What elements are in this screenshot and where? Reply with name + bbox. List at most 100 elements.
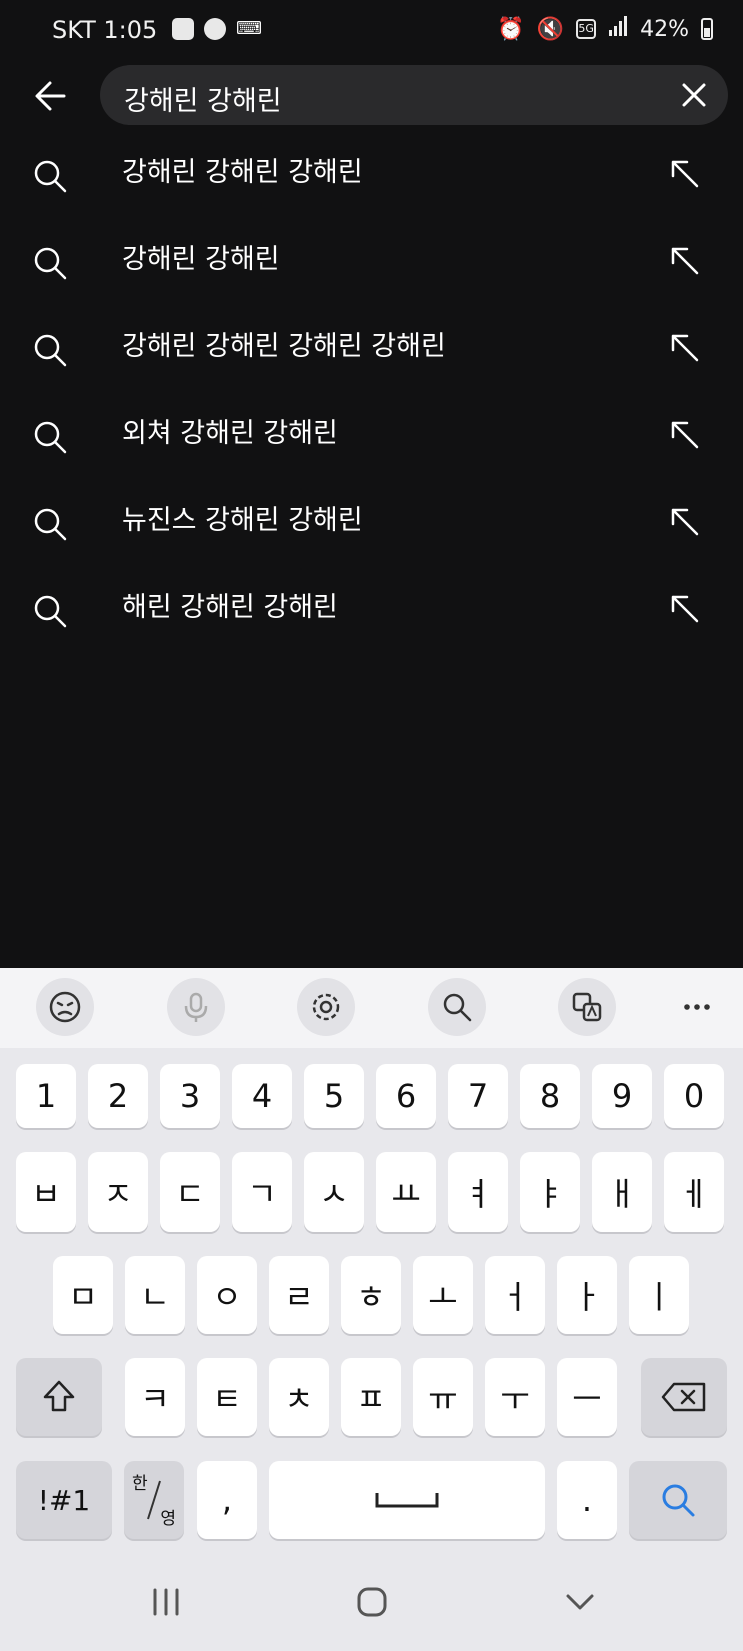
keyboard-search-button[interactable] bbox=[428, 978, 486, 1036]
recent-apps-icon bbox=[153, 1588, 179, 1616]
key-2[interactable]: 2 bbox=[88, 1064, 148, 1128]
app-notification-icon bbox=[172, 18, 194, 40]
recent-apps-button[interactable] bbox=[146, 1582, 186, 1622]
translate-button[interactable] bbox=[558, 978, 616, 1036]
key-9[interactable]: 9 bbox=[592, 1064, 652, 1128]
arrow-left-icon bbox=[35, 81, 66, 111]
key-label: ㅗ bbox=[428, 1278, 458, 1316]
key-label: 1 bbox=[35, 1077, 57, 1115]
key-label: ㅔ bbox=[679, 1175, 709, 1213]
suggestion-text: 뉴진스 강해린 강해린 bbox=[122, 505, 363, 536]
home-button[interactable] bbox=[352, 1582, 392, 1622]
fill-query-button[interactable] bbox=[667, 504, 703, 540]
fill-query-button[interactable] bbox=[667, 330, 703, 366]
key-1[interactable]: 1 bbox=[16, 1064, 76, 1128]
keyboard-notification-icon: ⌨ bbox=[236, 18, 262, 39]
battery-icon bbox=[701, 18, 713, 40]
key-ㅔ[interactable]: ㅔ bbox=[664, 1152, 724, 1232]
key-ㅐ[interactable]: ㅐ bbox=[592, 1152, 652, 1232]
key-label: ㅈ bbox=[103, 1175, 133, 1213]
key-ㅈ[interactable]: ㅈ bbox=[88, 1152, 148, 1232]
key-ㄱ[interactable]: ㄱ bbox=[232, 1152, 292, 1232]
hide-keyboard-button[interactable] bbox=[560, 1582, 600, 1622]
back-button[interactable] bbox=[30, 74, 74, 118]
key-ㄹ[interactable]: ㄹ bbox=[269, 1256, 329, 1334]
search-bar: 강해린 강해린 bbox=[0, 62, 743, 130]
search-enter-key[interactable] bbox=[629, 1461, 727, 1539]
shift-key[interactable] bbox=[16, 1358, 102, 1436]
carrier-time: SKT 1:05 bbox=[52, 16, 158, 44]
key-ㅂ[interactable]: ㅂ bbox=[16, 1152, 76, 1232]
search-icon bbox=[30, 156, 70, 196]
backspace-key[interactable] bbox=[641, 1358, 727, 1436]
space-key[interactable] bbox=[269, 1461, 545, 1539]
notification-icons: ⌨ bbox=[172, 18, 262, 40]
clear-button[interactable] bbox=[674, 75, 714, 115]
key-4[interactable]: 4 bbox=[232, 1064, 292, 1128]
key-ㅅ[interactable]: ㅅ bbox=[304, 1152, 364, 1232]
key-label: !#1 bbox=[37, 1483, 91, 1517]
search-input[interactable]: 강해린 강해린 bbox=[100, 65, 728, 125]
period-key[interactable]: . bbox=[557, 1461, 617, 1539]
key-ㅇ[interactable]: ㅇ bbox=[197, 1256, 257, 1334]
key-8[interactable]: 8 bbox=[520, 1064, 580, 1128]
key-6[interactable]: 6 bbox=[376, 1064, 436, 1128]
search-icon bbox=[30, 330, 70, 370]
key-label: ㅅ bbox=[319, 1175, 349, 1213]
key-ㅏ[interactable]: ㅏ bbox=[557, 1256, 617, 1334]
key-label: ㅍ bbox=[356, 1380, 386, 1418]
key-7[interactable]: 7 bbox=[448, 1064, 508, 1128]
arrow-up-left-icon bbox=[671, 247, 699, 275]
key-ㅓ[interactable]: ㅓ bbox=[485, 1256, 545, 1334]
emoji-button[interactable] bbox=[36, 978, 94, 1036]
key-label: ㅓ bbox=[500, 1278, 530, 1316]
arrow-up-left-icon bbox=[671, 421, 699, 449]
key-0[interactable]: 0 bbox=[664, 1064, 724, 1128]
suggestion-item[interactable]: 강해린 강해린 강해린 bbox=[0, 134, 743, 218]
close-icon bbox=[682, 83, 706, 107]
fill-query-button[interactable] bbox=[667, 417, 703, 453]
system-icons: ⏰ 🔇 5G 42% bbox=[497, 16, 713, 42]
key-label: ㅜ bbox=[500, 1380, 530, 1418]
key-ㅎ[interactable]: ㅎ bbox=[341, 1256, 401, 1334]
key-ㅑ[interactable]: ㅑ bbox=[520, 1152, 580, 1232]
key-ㄷ[interactable]: ㄷ bbox=[160, 1152, 220, 1232]
key-ㅊ[interactable]: ㅊ bbox=[269, 1358, 329, 1436]
key-3[interactable]: 3 bbox=[160, 1064, 220, 1128]
suggestion-text: 강해린 강해린 bbox=[122, 244, 280, 275]
key-ㅣ[interactable]: ㅣ bbox=[629, 1256, 689, 1334]
navigation-bar bbox=[0, 1558, 743, 1651]
suggestion-text: 강해린 강해린 강해린 bbox=[122, 157, 363, 188]
arrow-up-left-icon bbox=[671, 508, 699, 536]
more-button[interactable] bbox=[668, 978, 726, 1036]
voice-input-button[interactable] bbox=[167, 978, 225, 1036]
suggestion-item[interactable]: 강해린 강해린 강해린 강해린 bbox=[0, 308, 743, 392]
signal-icon bbox=[608, 16, 628, 42]
key-ㅠ[interactable]: ㅠ bbox=[413, 1358, 473, 1436]
fill-query-button[interactable] bbox=[667, 156, 703, 192]
suggestion-item[interactable]: 외쳐 강해린 강해린 bbox=[0, 395, 743, 479]
key-ㅡ[interactable]: ㅡ bbox=[557, 1358, 617, 1436]
language-key[interactable]: 한영 bbox=[124, 1461, 184, 1539]
key-5[interactable]: 5 bbox=[304, 1064, 364, 1128]
suggestion-item[interactable]: 해린 강해린 강해린 bbox=[0, 569, 743, 653]
suggestion-item[interactable]: 뉴진스 강해린 강해린 bbox=[0, 482, 743, 566]
symbols-key[interactable]: !#1 bbox=[16, 1461, 112, 1539]
arrow-up-left-icon bbox=[671, 595, 699, 623]
key-ㅜ[interactable]: ㅜ bbox=[485, 1358, 545, 1436]
settings-button[interactable] bbox=[297, 978, 355, 1036]
comma-key[interactable]: , bbox=[197, 1461, 257, 1539]
key-ㅗ[interactable]: ㅗ bbox=[413, 1256, 473, 1334]
key-ㅋ[interactable]: ㅋ bbox=[125, 1358, 185, 1436]
key-ㅁ[interactable]: ㅁ bbox=[53, 1256, 113, 1334]
key-label: ㅛ bbox=[391, 1175, 421, 1213]
fill-query-button[interactable] bbox=[667, 591, 703, 627]
key-ㅌ[interactable]: ㅌ bbox=[197, 1358, 257, 1436]
key-ㅍ[interactable]: ㅍ bbox=[341, 1358, 401, 1436]
key-label: 7 bbox=[467, 1077, 489, 1115]
fill-query-button[interactable] bbox=[667, 243, 703, 279]
suggestion-item[interactable]: 강해린 강해린 bbox=[0, 221, 743, 305]
key-ㄴ[interactable]: ㄴ bbox=[125, 1256, 185, 1334]
key-ㅛ[interactable]: ㅛ bbox=[376, 1152, 436, 1232]
key-ㅕ[interactable]: ㅕ bbox=[448, 1152, 508, 1232]
